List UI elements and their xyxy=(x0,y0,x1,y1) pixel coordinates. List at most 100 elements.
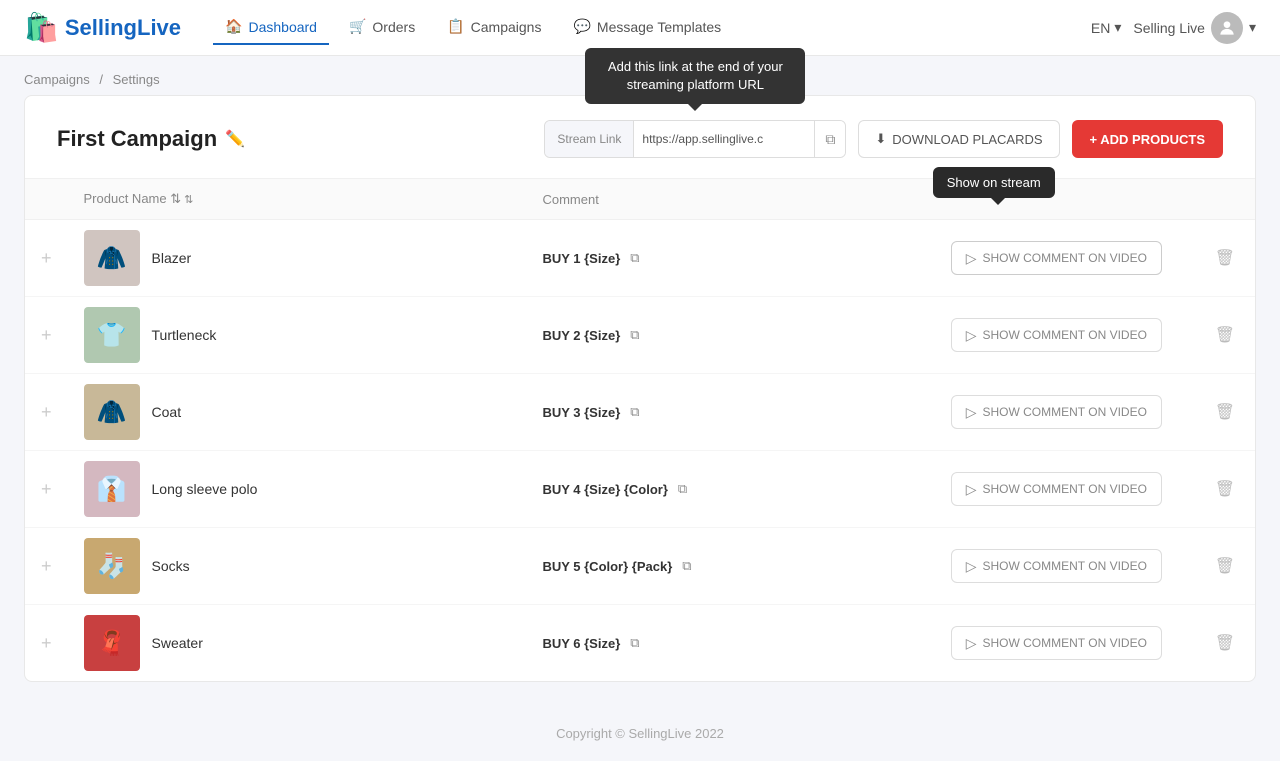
chevron-down-icon: ▾ xyxy=(1114,19,1121,36)
product-thumbnail-3: 🧥 xyxy=(84,384,140,440)
user-name: Selling Live xyxy=(1133,20,1205,36)
delete-product-button-2[interactable]: 🗑 xyxy=(1211,321,1239,349)
product-name-1: Blazer xyxy=(152,250,192,266)
campaign-title-area: First Campaign ✏️ xyxy=(57,126,245,152)
row-expand-3: + xyxy=(25,374,68,451)
col-product-name[interactable]: Product Name ⇅ xyxy=(68,179,527,220)
copyright: Copyright © SellingLive 2022 xyxy=(556,726,724,741)
nav-link-campaigns[interactable]: 📋 Campaigns xyxy=(435,10,553,45)
breadcrumb-campaigns[interactable]: Campaigns xyxy=(24,72,90,87)
delete-product-button-1[interactable]: 🗑 xyxy=(1211,244,1239,272)
play-icon-1: ▷ xyxy=(966,250,977,267)
add-row-button-2[interactable]: + xyxy=(41,325,52,345)
copy-comment-button-4[interactable]: ⧉ xyxy=(676,479,689,499)
copy-comment-button-3[interactable]: ⧉ xyxy=(628,402,641,422)
show-comment-label-6: SHOW COMMENT ON VIDEO xyxy=(982,636,1146,650)
play-icon-4: ▷ xyxy=(966,481,977,498)
main-card: First Campaign ✏️ Add this link at the e… xyxy=(24,95,1256,682)
delete-product-button-6[interactable]: 🗑 xyxy=(1211,629,1239,657)
footer: Copyright © SellingLive 2022 xyxy=(0,706,1280,761)
download-icon: ⬇ xyxy=(875,131,886,147)
nav-link-dashboard[interactable]: 🏠 Dashboard xyxy=(213,10,329,45)
add-products-button[interactable]: + ADD PRODUCTS xyxy=(1072,120,1223,158)
row-product-2: 👕 Turtleneck xyxy=(68,297,527,374)
show-comment-video-button-4[interactable]: ▷ SHOW COMMENT ON VIDEO xyxy=(951,472,1162,506)
row-comment-5: BUY 5 {Color} {Pack} ⧉ xyxy=(526,528,934,605)
row-product-1: 🧥 Blazer xyxy=(68,220,527,297)
play-icon-3: ▷ xyxy=(966,404,977,421)
add-row-button-5[interactable]: + xyxy=(41,556,52,576)
show-comment-video-button-3[interactable]: ▷ SHOW COMMENT ON VIDEO xyxy=(951,395,1162,429)
logo-icon: 🛍️ xyxy=(24,11,59,44)
product-thumbnail-5: 🧦 xyxy=(84,538,140,594)
add-row-button-1[interactable]: + xyxy=(41,248,52,268)
show-comment-label-1: SHOW COMMENT ON VIDEO xyxy=(982,251,1146,265)
show-comment-label-3: SHOW COMMENT ON VIDEO xyxy=(982,405,1146,419)
comment-text-1: BUY 1 {Size} xyxy=(542,251,620,266)
nav-link-message-templates[interactable]: 💬 Message Templates xyxy=(561,10,733,45)
language-selector[interactable]: EN ▾ xyxy=(1091,19,1121,36)
row-delete-4: 🗑 xyxy=(1195,451,1255,528)
delete-product-button-4[interactable]: 🗑 xyxy=(1211,475,1239,503)
row-expand-6: + xyxy=(25,605,68,682)
navbar: 🛍️ SellingLive 🏠 Dashboard🛒 Orders📋 Camp… xyxy=(0,0,1280,56)
user-chevron-icon: ▾ xyxy=(1249,19,1256,36)
product-name-3: Coat xyxy=(152,404,182,420)
delete-product-button-5[interactable]: 🗑 xyxy=(1211,552,1239,580)
row-action-2: ▷ SHOW COMMENT ON VIDEO xyxy=(935,297,1195,374)
copy-comment-button-5[interactable]: ⧉ xyxy=(680,556,693,576)
row-comment-4: BUY 4 {Size} {Color} ⧉ xyxy=(526,451,934,528)
comment-text-6: BUY 6 {Size} xyxy=(542,636,620,651)
lang-label: EN xyxy=(1091,20,1110,36)
edit-campaign-icon[interactable]: ✏️ xyxy=(225,129,245,149)
show-comment-label-4: SHOW COMMENT ON VIDEO xyxy=(982,482,1146,496)
comment-text-2: BUY 2 {Size} xyxy=(542,328,620,343)
breadcrumb-separator: / xyxy=(99,72,103,87)
logo[interactable]: 🛍️ SellingLive xyxy=(24,11,181,44)
row-delete-5: 🗑 xyxy=(1195,528,1255,605)
add-row-button-6[interactable]: + xyxy=(41,633,52,653)
col-expand xyxy=(25,179,68,220)
row-product-4: 👔 Long sleeve polo xyxy=(68,451,527,528)
dashboard-icon: 🏠 xyxy=(225,18,242,35)
stream-link-input[interactable] xyxy=(634,132,814,146)
comment-text-4: BUY 4 {Size} {Color} xyxy=(542,482,667,497)
download-placards-button[interactable]: ⬇ DOWNLOAD PLACARDS xyxy=(858,120,1059,158)
copy-comment-button-6[interactable]: ⧉ xyxy=(628,633,641,653)
row-comment-1: BUY 1 {Size} ⧉ xyxy=(526,220,934,297)
delete-product-button-3[interactable]: 🗑 xyxy=(1211,398,1239,426)
row-comment-2: BUY 2 {Size} ⧉ xyxy=(526,297,934,374)
copy-comment-button-1[interactable]: ⧉ xyxy=(628,248,641,268)
header-actions: Add this link at the end of your streami… xyxy=(544,120,1223,158)
show-comment-video-button-6[interactable]: ▷ SHOW COMMENT ON VIDEO xyxy=(951,626,1162,660)
row-comment-3: BUY 3 {Size} ⧉ xyxy=(526,374,934,451)
play-icon-2: ▷ xyxy=(966,327,977,344)
orders-icon: 🛒 xyxy=(349,18,366,35)
stream-link-wrapper: Add this link at the end of your streami… xyxy=(544,120,846,158)
nav-link-orders[interactable]: 🛒 Orders xyxy=(337,10,427,45)
row-delete-6: 🗑 xyxy=(1195,605,1255,682)
col-delete xyxy=(1195,179,1255,220)
product-name-4: Long sleeve polo xyxy=(152,481,258,497)
copy-comment-button-2[interactable]: ⧉ xyxy=(628,325,641,345)
user-menu[interactable]: Selling Live ▾ xyxy=(1133,12,1256,44)
play-icon-6: ▷ xyxy=(966,635,977,652)
row-action-5: ▷ SHOW COMMENT ON VIDEO xyxy=(935,528,1195,605)
product-thumbnail-4: 👔 xyxy=(84,461,140,517)
copy-stream-link-button[interactable]: ⧉ xyxy=(814,121,845,157)
add-row-button-4[interactable]: + xyxy=(41,479,52,499)
breadcrumb: Campaigns / Settings xyxy=(0,56,1280,95)
show-comment-video-button-1[interactable]: ▷ SHOW COMMENT ON VIDEO xyxy=(951,241,1162,275)
table-row: + 👔 Long sleeve polo BUY 4 {Size} {Color… xyxy=(25,451,1255,528)
show-comment-video-button-5[interactable]: ▷ SHOW COMMENT ON VIDEO xyxy=(951,549,1162,583)
row-expand-2: + xyxy=(25,297,68,374)
table-header-row: Product Name ⇅ Comment Show on stream xyxy=(25,179,1255,220)
show-comment-video-button-2[interactable]: ▷ SHOW COMMENT ON VIDEO xyxy=(951,318,1162,352)
product-thumbnail-6: 🧣 xyxy=(84,615,140,671)
dashboard-label: Dashboard xyxy=(248,19,317,35)
add-row-button-3[interactable]: + xyxy=(41,402,52,422)
table-row: + 🧥 Coat BUY 3 {Size} ⧉ ▷ SHOW COMMENT O… xyxy=(25,374,1255,451)
row-delete-2: 🗑 xyxy=(1195,297,1255,374)
row-action-6: ▷ SHOW COMMENT ON VIDEO xyxy=(935,605,1195,682)
logo-text: SellingLive xyxy=(65,15,181,41)
